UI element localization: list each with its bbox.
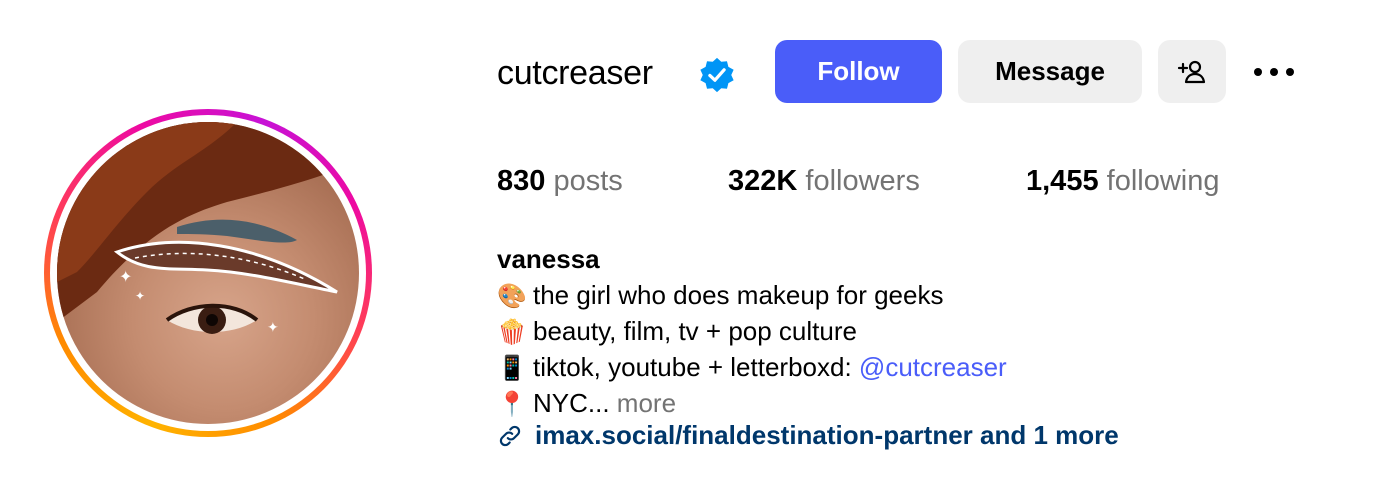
bio-line: 📱 tiktok, youtube + letterboxd: @cutcreas… [497, 350, 1007, 385]
avatar[interactable]: ✦ ✦ ✦ [57, 122, 359, 424]
following-label[interactable]: following [1107, 165, 1220, 197]
svg-text:✦: ✦ [135, 289, 145, 303]
more-options-icon [1254, 68, 1294, 76]
posts-label: posts [553, 165, 623, 197]
followers-stat[interactable]: 322K followers [728, 162, 920, 200]
follow-button[interactable]: Follow [775, 40, 942, 103]
add-user-icon [1177, 60, 1206, 83]
more-options-button[interactable] [1246, 52, 1302, 92]
bio-link-text[interactable]: imax.social/finaldestination-partner and… [535, 420, 1119, 451]
bio-line: 🍿 beauty, film, tv + pop culture [497, 314, 857, 349]
message-button[interactable]: Message [958, 40, 1142, 103]
following-count[interactable]: 1,455 [1026, 165, 1099, 197]
profile-avatar-story-ring[interactable]: ✦ ✦ ✦ [44, 109, 372, 437]
followers-count[interactable]: 322K [728, 165, 797, 197]
popcorn-emoji-icon: 🍿 [497, 318, 527, 346]
suggested-users-button[interactable] [1158, 40, 1226, 103]
svg-text:✦: ✦ [119, 269, 132, 286]
following-stat[interactable]: 1,455 following [1026, 162, 1219, 200]
svg-text:✦: ✦ [267, 319, 279, 335]
pin-emoji-icon: 📍 [497, 390, 527, 418]
palette-emoji-icon: 🎨 [497, 282, 527, 310]
bio-line-text: the girl who does makeup for geeks [533, 280, 944, 310]
verified-badge-icon [700, 57, 734, 93]
link-icon [499, 425, 521, 446]
profile-username: cutcreaser [497, 54, 653, 92]
bio-mention-link[interactable]: @cutcreaser [859, 352, 1007, 382]
avatar-photo: ✦ ✦ ✦ [57, 122, 359, 335]
followers-label[interactable]: followers [805, 165, 919, 197]
bio-line-text: NYC... [533, 388, 617, 418]
bio-display-name: vanessa [497, 244, 600, 274]
posts-stat: 830 posts [497, 162, 623, 200]
bio-line: 🎨 the girl who does makeup for geeks [497, 278, 943, 313]
bio-line-text: tiktok, youtube + letterboxd: [533, 352, 859, 382]
bio-line-text: beauty, film, tv + pop culture [533, 316, 857, 346]
bio-line: 📍 NYC... more [497, 386, 676, 421]
bio-external-link[interactable]: imax.social/finaldestination-partner and… [497, 420, 1119, 451]
posts-count: 830 [497, 165, 546, 197]
bio-more-button[interactable]: more [617, 388, 676, 418]
phone-emoji-icon: 📱 [497, 354, 527, 382]
